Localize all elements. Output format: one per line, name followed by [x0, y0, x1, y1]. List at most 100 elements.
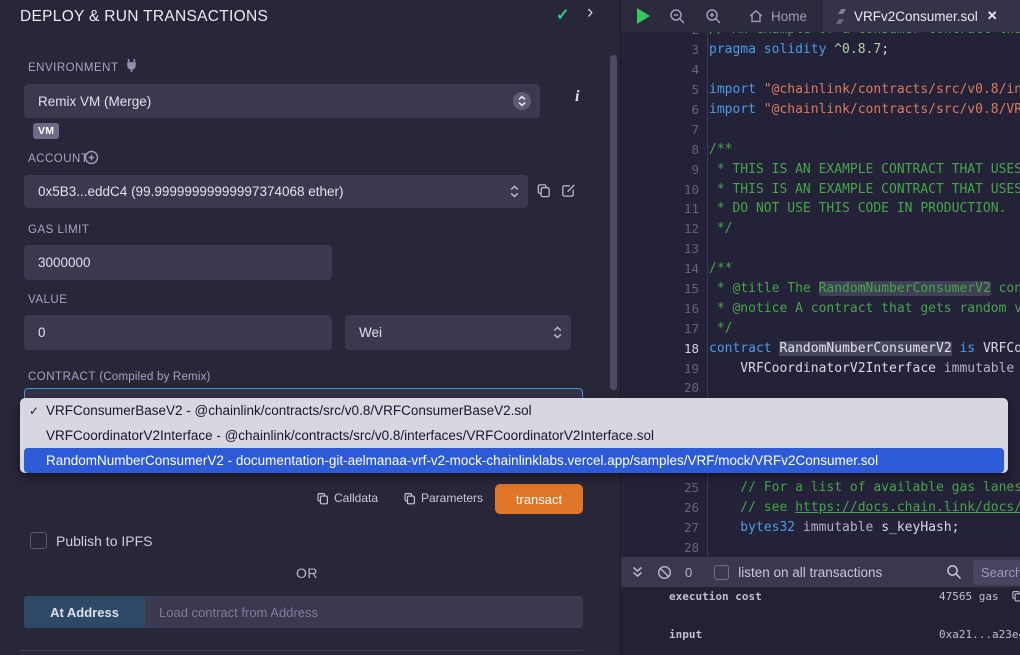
contract-option[interactable]: ✓VRFConsumerBaseV2 - @chainlink/contract…	[20, 398, 1008, 423]
contract-label: CONTRACT (Compiled by Remix)	[28, 371, 211, 383]
contract-option-label: VRFConsumerBaseV2 - @chainlink/contracts…	[46, 403, 532, 418]
terminal-search-input[interactable]	[973, 560, 1020, 585]
code-line[interactable]: 7	[621, 119, 1020, 139]
value-unit-select[interactable]: Wei	[345, 315, 571, 350]
code-editor[interactable]: 2// An example of a consumer contract th…	[621, 20, 1020, 557]
account-select-arrows-icon	[509, 184, 520, 199]
tab-home[interactable]: Home	[736, 0, 819, 32]
plug-icon	[124, 58, 139, 73]
code-line[interactable]: 13	[621, 239, 1020, 259]
editor-pane: 2// An example of a consumer contract th…	[620, 0, 1020, 655]
contract-dropdown-list: ✓VRFConsumerBaseV2 - @chainlink/contract…	[20, 398, 1008, 473]
expand-terminal-chevrons-icon[interactable]	[631, 565, 644, 579]
account-value: 0x5B3...eddC4 (99.99999999999997374068 e…	[38, 184, 344, 199]
edit-account-pencil-icon[interactable]	[561, 183, 576, 198]
account-select[interactable]: 0x5B3...eddC4 (99.99999999999997374068 e…	[24, 175, 528, 208]
line-number: 12	[621, 221, 699, 236]
line-number: 27	[621, 520, 699, 535]
code-text: import "@chainlink/contracts/src/v0.8/VR…	[699, 102, 1020, 117]
listen-all-transactions-checkbox[interactable]	[714, 565, 729, 580]
line-number: 11	[621, 201, 699, 216]
code-line[interactable]: 4	[621, 60, 1020, 80]
line-number: 15	[621, 281, 699, 296]
compile-success-check-icon: ✓	[556, 5, 569, 25]
line-number: 3	[621, 42, 699, 57]
code-text: // For a list of available gas lanes on …	[699, 480, 1020, 495]
clear-console-ban-icon[interactable]	[657, 565, 672, 580]
line-number: 20	[621, 380, 699, 395]
line-number: 8	[621, 142, 699, 157]
code-line[interactable]: 27 bytes32 immutable s_keyHash;	[621, 517, 1020, 537]
value-input[interactable]	[24, 315, 332, 350]
code-text: pragma solidity ^0.8.7;	[699, 42, 889, 57]
code-text: * @title The RandomNumberConsumerV2 cont…	[699, 281, 1020, 296]
line-number: 19	[621, 361, 699, 376]
code-text: bytes32 immutable s_keyHash;	[699, 520, 959, 535]
code-line[interactable]: 14/**	[621, 259, 1020, 279]
code-line[interactable]: 3pragma solidity ^0.8.7;	[621, 40, 1020, 60]
section-divider	[20, 650, 583, 651]
panel-scrollbar[interactable]	[610, 55, 617, 390]
transact-button[interactable]: transact	[495, 484, 583, 514]
environment-label: ENVIRONMENT	[28, 62, 118, 74]
home-icon	[748, 8, 764, 24]
deploy-run-panel: DEPLOY & RUN TRANSACTIONS ✓ › ENVIRONMEN…	[0, 0, 620, 655]
line-number: 17	[621, 321, 699, 336]
code-line[interactable]: 9 * THIS IS AN EXAMPLE CONTRACT THAT USE…	[621, 159, 1020, 179]
publish-to-ipfs-checkbox[interactable]	[30, 532, 47, 549]
at-address-input[interactable]	[145, 596, 583, 628]
terminal-key: execution cost	[669, 590, 762, 603]
line-number: 6	[621, 102, 699, 117]
calldata-action[interactable]: Calldata	[316, 491, 378, 505]
code-text: * THIS IS AN EXAMPLE CONTRACT THAT USES …	[699, 162, 1020, 177]
line-number: 16	[621, 301, 699, 316]
value-unit: Wei	[359, 325, 382, 340]
contract-option[interactable]: RandomNumberConsumerV2 - documentation-g…	[24, 448, 1004, 473]
code-line[interactable]: 19 VRFCoordinatorV2Interface immutable C…	[621, 358, 1020, 378]
terminal-search-icon	[946, 564, 962, 580]
copy-account-icon[interactable]	[536, 183, 551, 198]
zoom-out-icon[interactable]	[669, 8, 686, 25]
environment-select[interactable]: Remix VM (Merge)	[24, 84, 540, 118]
tab-vrfv2consumer[interactable]: VRFv2Consumer.sol ✕	[823, 0, 1020, 32]
code-line[interactable]: 20	[621, 378, 1020, 398]
code-line[interactable]: 8/**	[621, 139, 1020, 159]
parameters-action[interactable]: Parameters	[403, 491, 483, 505]
contract-option[interactable]: VRFCoordinatorV2Interface - @chainlink/c…	[20, 423, 1008, 448]
calldata-label: Calldata	[334, 491, 378, 505]
terminal-row: execution cost47565 gas	[621, 590, 1020, 604]
code-line[interactable]: 15 * @title The RandomNumberConsumerV2 c…	[621, 279, 1020, 299]
code-line[interactable]: 18contract RandomNumberConsumerV2 is VRF…	[621, 338, 1020, 358]
parameters-copy-icon	[403, 492, 416, 505]
code-text: import "@chainlink/contracts/src/v0.8/in…	[699, 82, 1020, 97]
at-address-button[interactable]: At Address	[24, 596, 145, 628]
close-tab-icon[interactable]: ✕	[987, 8, 998, 24]
line-number: 26	[621, 500, 699, 515]
code-line[interactable]: 25 // For a list of available gas lanes …	[621, 477, 1020, 497]
zoom-in-icon[interactable]	[705, 8, 722, 25]
terminal-value: 0xa21...a23e4	[939, 628, 1020, 641]
code-text: * THIS IS AN EXAMPLE CONTRACT THAT USES …	[699, 182, 1020, 197]
code-line[interactable]: 10 * THIS IS AN EXAMPLE CONTRACT THAT US…	[621, 179, 1020, 199]
panel-title: DEPLOY & RUN TRANSACTIONS	[20, 8, 268, 26]
environment-info-icon[interactable]: i	[575, 88, 579, 106]
run-script-play-icon[interactable]	[637, 8, 650, 24]
unit-select-arrows-icon	[552, 325, 563, 340]
code-line[interactable]: 12 */	[621, 219, 1020, 239]
copy-value-icon[interactable]	[1011, 590, 1020, 602]
code-line[interactable]: 6import "@chainlink/contracts/src/v0.8/V…	[621, 100, 1020, 120]
code-line[interactable]: 26 // see https://docs.chain.link/docs/v…	[621, 497, 1020, 517]
code-line[interactable]: 11 * DO NOT USE THIS CODE IN PRODUCTION.	[621, 199, 1020, 219]
code-line[interactable]: 28	[621, 537, 1020, 557]
add-account-plus-icon[interactable]	[84, 150, 99, 165]
code-line[interactable]: 16 * @notice A contract that gets random…	[621, 298, 1020, 318]
code-line[interactable]: 17 */	[621, 318, 1020, 338]
code-text: // see https://docs.chain.link/docs/vrf-…	[699, 500, 1020, 515]
contract-note: (Compiled by Remix)	[99, 371, 210, 383]
solidity-file-icon	[835, 9, 847, 24]
or-separator: OR	[0, 565, 614, 581]
code-text: * DO NOT USE THIS CODE IN PRODUCTION.	[699, 201, 1006, 216]
collapse-panel-chevron-icon[interactable]: ›	[587, 2, 593, 24]
gas-limit-input[interactable]	[24, 245, 332, 280]
code-line[interactable]: 5import "@chainlink/contracts/src/v0.8/i…	[621, 80, 1020, 100]
